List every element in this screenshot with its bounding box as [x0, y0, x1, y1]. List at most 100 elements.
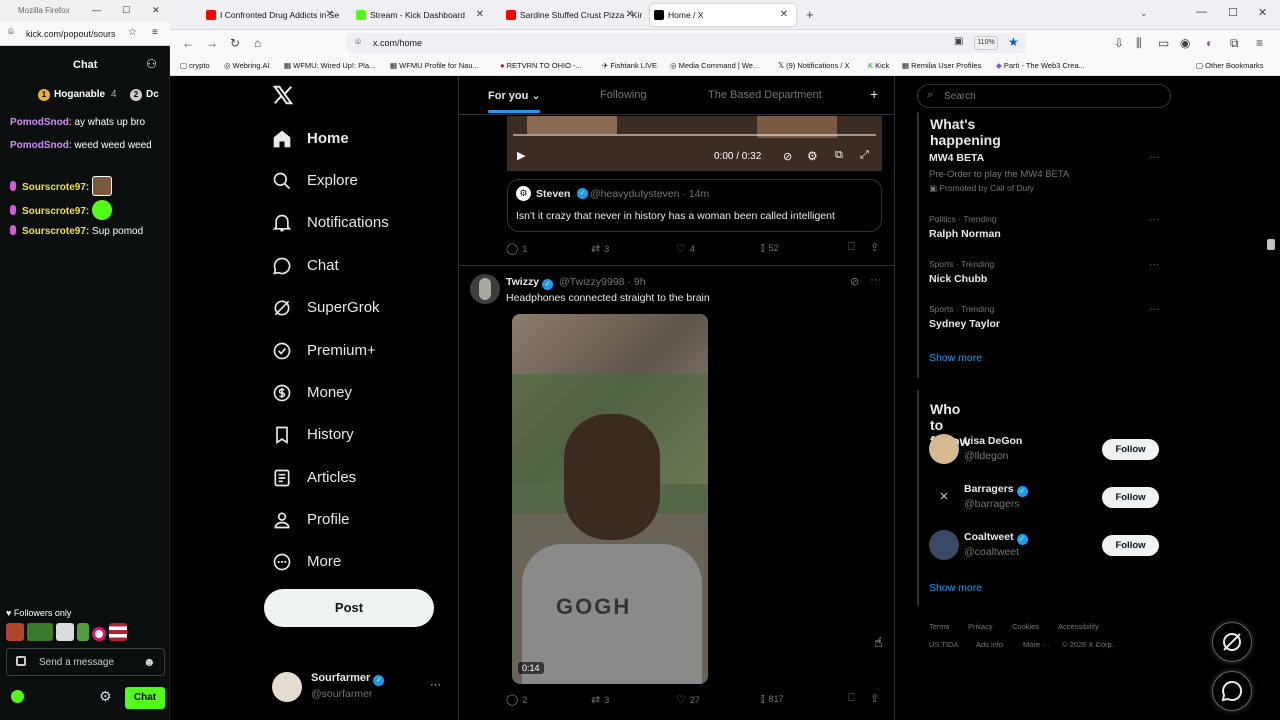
trend-more-icon[interactable]: ··· — [1149, 214, 1159, 225]
follow-suggestion[interactable]: Lisa DeGon @lldegon Follow — [929, 433, 1161, 469]
mute-icon[interactable]: ⊘ — [783, 150, 792, 163]
follow-button[interactable]: Follow — [1102, 535, 1159, 556]
bookmark-item[interactable]: ◆ Parti - The Web3 Crea... — [996, 61, 1085, 70]
emote-icon[interactable] — [109, 623, 127, 641]
chat-username[interactable]: Sourscrote97: — [22, 226, 89, 237]
kick-icon[interactable] — [11, 690, 24, 703]
settings-gear-icon[interactable]: ⚙ — [807, 149, 818, 163]
bookmark-item[interactable]: ▦ Remilia User Profiles — [902, 61, 981, 70]
bookmark-item[interactable]: ● RETVRN TO OHIO -... — [500, 61, 582, 70]
grok-icon[interactable]: ⊘ — [850, 275, 859, 288]
repost-button[interactable]: ⇄ 3 — [591, 242, 609, 255]
close-tab-icon[interactable]: ✕ — [780, 9, 788, 20]
close-tab-icon[interactable]: ✕ — [326, 9, 334, 20]
chatters-icon[interactable]: ⚇ — [146, 57, 157, 71]
video-progress-bar[interactable] — [513, 134, 876, 136]
follow-show-more[interactable]: Show more — [929, 582, 982, 594]
close-tab-icon[interactable]: ✕ — [626, 9, 634, 20]
chat-input[interactable]: Send a message ☻ — [6, 648, 165, 676]
close-icon[interactable]: ✕ — [1258, 6, 1267, 19]
bookmark-button[interactable]: ⎕ — [848, 241, 859, 254]
trend-more-icon[interactable]: ··· — [1149, 152, 1159, 163]
account-icon[interactable]: ◉ — [1180, 36, 1190, 50]
chat-username[interactable]: PomodSnod — [10, 140, 69, 151]
bookmark-item[interactable]: 𝕏 (9) Notifications / X — [778, 61, 850, 70]
share-button[interactable]: ⇪ — [870, 241, 883, 254]
grok-fab[interactable] — [1212, 622, 1252, 662]
sidebar-icon[interactable]: ▭ — [1158, 36, 1169, 50]
x-logo-icon[interactable] — [272, 84, 294, 106]
fullscreen-icon[interactable]: ⤢ — [860, 149, 869, 162]
follow-suggestion[interactable]: Coaltweet ✓ @coaltweet Follow — [929, 529, 1161, 565]
account-switcher[interactable]: Sourfarmer ✓ @sourfarmer ··· — [270, 670, 450, 710]
reload-icon[interactable]: ↻ — [230, 36, 240, 50]
bookmark-button[interactable]: ⎕ — [848, 692, 859, 705]
bookmark-item[interactable]: ✈ Fishtank LIVE — [602, 61, 657, 70]
other-bookmarks[interactable]: ▢ Other Bookmarks — [1196, 61, 1264, 70]
footer-link[interactable]: Ads info — [976, 640, 1003, 649]
bookmark-item[interactable]: ▦ WFMU: Wired Up!: Pla... — [284, 61, 375, 70]
home-icon[interactable]: ⌂ — [254, 36, 261, 50]
back-icon[interactable]: ← — [182, 36, 194, 50]
post-button[interactable]: Post — [264, 589, 434, 627]
like-button[interactable]: ♡ 4 — [676, 242, 695, 255]
reader-view-icon[interactable]: ▣ — [954, 36, 963, 47]
kick-url-bar[interactable]: ⌾ kick.com/popout/sours ☆ ≡ — [0, 22, 170, 46]
emote-icon[interactable] — [56, 623, 74, 641]
minimize-icon[interactable]: — — [1196, 6, 1207, 18]
bookmark-item[interactable]: K Kick — [868, 61, 889, 70]
footer-link[interactable]: Accessibility — [1058, 622, 1099, 631]
trend-more-icon[interactable]: ··· — [1149, 259, 1159, 270]
follow-button[interactable]: Follow — [1102, 487, 1159, 508]
close-icon[interactable]: ✕ — [152, 5, 160, 16]
add-feed-icon[interactable]: + — [870, 86, 878, 102]
menu-icon[interactable]: ≡ — [1256, 36, 1263, 50]
pip-icon[interactable]: ⧉ — [835, 149, 843, 162]
bookmark-item[interactable]: ◎ Media Command | We... — [670, 61, 759, 70]
footer-more[interactable]: More ··· — [1023, 640, 1050, 649]
tab-for-you[interactable]: For you ⌄ — [488, 89, 541, 102]
minimize-icon[interactable]: — — [92, 5, 101, 15]
trend-item[interactable]: Sports · Trending Nick Chubb ··· — [929, 259, 1159, 285]
address-bar[interactable]: ⌾ x.com/home ▣ 110% ★ — [346, 33, 1026, 53]
follow-button[interactable]: Follow — [1102, 439, 1159, 460]
maximize-icon[interactable]: ☐ — [122, 5, 130, 16]
extensions-puzzle-icon[interactable]: ⧉ — [1230, 36, 1239, 51]
zoom-indicator[interactable]: 110% — [974, 36, 998, 50]
forward-icon[interactable]: → — [206, 36, 218, 50]
repost-button[interactable]: ⇄ 3 — [591, 693, 609, 706]
trend-item[interactable]: MW4 BETA Pre-Order to play the MW4 BETA … — [929, 152, 1159, 194]
chat-username[interactable]: Sourscrote97: — [22, 206, 89, 217]
search-input[interactable]: ⌕ Search — [917, 84, 1171, 108]
emote-icon[interactable] — [92, 627, 106, 641]
follow-suggestion[interactable]: ✕ Barragers ✓ @barragers Follow — [929, 481, 1161, 517]
send-chat-button[interactable]: Chat — [125, 687, 165, 709]
bookmark-item[interactable]: ▦ WFMU Profile for Nau... — [390, 61, 479, 70]
emote-picker-icon[interactable] — [16, 656, 26, 666]
views-button[interactable]: ⫾ 52 — [761, 242, 779, 255]
chat-username[interactable]: Sourscrote97: — [22, 182, 89, 193]
tab-based-department[interactable]: The Based Department — [708, 89, 822, 101]
bookmark-star-icon[interactable]: ★ — [1008, 35, 1019, 49]
smiley-icon[interactable]: ☻ — [143, 655, 156, 669]
emote-icon[interactable] — [27, 623, 53, 641]
emote-icon[interactable] — [6, 623, 24, 641]
quoted-post[interactable]: ⚙ Steven ✓ @heavydutysteven · 14m Isn't … — [507, 179, 882, 232]
post-author-name[interactable]: Twizzy ✓ — [506, 276, 554, 290]
views-button[interactable]: ⫾ 817 — [761, 693, 784, 706]
messages-fab[interactable] — [1212, 671, 1252, 711]
browser-tab[interactable]: I Confronted Drug Addicts in Se ✕ — [202, 4, 342, 26]
trend-more-icon[interactable]: ··· — [1149, 304, 1159, 315]
close-tab-icon[interactable]: ✕ — [476, 9, 484, 20]
new-tab-icon[interactable]: + — [806, 7, 814, 22]
avatar[interactable] — [470, 274, 500, 304]
video-player[interactable]: ▶ 0:00 / 0:32 ⊘ ⚙ ⧉ ⤢ — [507, 116, 882, 171]
page-scrollbar[interactable] — [1267, 239, 1275, 250]
reply-button[interactable]: ◯ 2 — [506, 693, 527, 706]
trends-show-more[interactable]: Show more — [929, 352, 982, 364]
star-icon[interactable]: ☆ — [128, 27, 137, 38]
share-button[interactable]: ⇪ — [870, 692, 883, 705]
browser-tab[interactable]: Stream - Kick Dashboard ✕ — [352, 4, 492, 26]
menu-icon[interactable]: ≡ — [152, 27, 158, 38]
footer-link[interactable]: Privacy — [968, 622, 993, 631]
